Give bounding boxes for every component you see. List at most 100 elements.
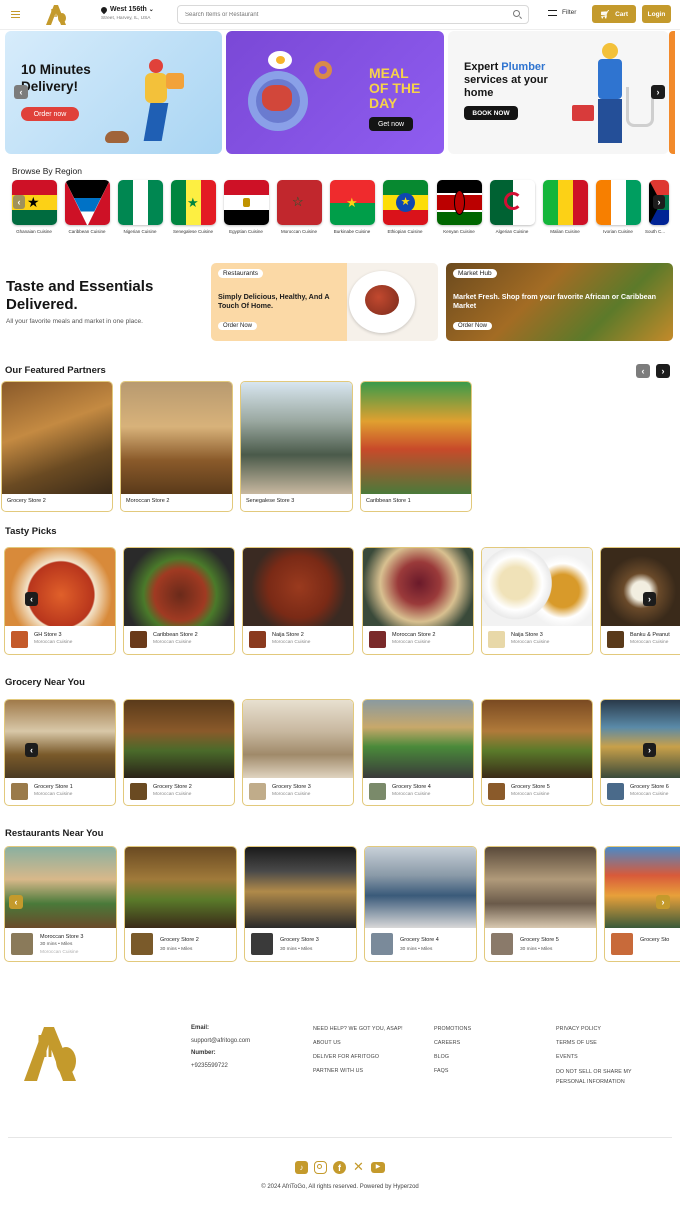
youtube-icon[interactable]: ▶: [371, 1162, 385, 1173]
grocery-next-arrow[interactable]: ›: [643, 743, 656, 757]
footer-link-help[interactable]: NEED HELP? WE GOT YOU, ASAP!: [313, 1026, 403, 1032]
tasty-pick-card[interactable]: Banku & Peanut Moroccan Cuisine: [600, 547, 680, 655]
footer-link-privacy[interactable]: PRIVACY POLICY: [556, 1026, 601, 1032]
distance-unit: Miles: [181, 947, 193, 952]
cart-label: Cart: [615, 10, 629, 18]
cart-button[interactable]: 🛒︎ Cart: [592, 5, 636, 23]
region-label: Burkinabe Cuisine: [333, 229, 371, 234]
search-input[interactable]: [185, 10, 485, 20]
store-thumbnail: [488, 783, 505, 800]
market-order-button[interactable]: Order Now: [453, 322, 493, 330]
flag-morocco[interactable]: ☆: [277, 180, 322, 225]
restaurant-card[interactable]: Grocery Store 5 30 mins • Miles: [484, 846, 597, 962]
tasty-pick-card[interactable]: GH Store 3 Moroccan Cuisine: [4, 547, 116, 655]
restaurants-next-arrow[interactable]: ›: [656, 895, 670, 909]
login-button[interactable]: Login: [642, 5, 671, 23]
flag-ethiopia[interactable]: ★: [383, 180, 428, 225]
flag-kenya[interactable]: [437, 180, 482, 225]
featured-prev-arrow[interactable]: ‹: [636, 364, 650, 378]
flag-burkina-faso[interactable]: ★: [330, 180, 375, 225]
store-image: [363, 700, 473, 778]
grocery-card[interactable]: Grocery Store 1 Moroccan Cuisine: [4, 699, 116, 806]
restaurant-card[interactable]: Grocery Store 4 30 mins • Miles: [364, 846, 477, 962]
featured-partner-card[interactable]: Moroccan Store 2: [120, 381, 233, 512]
featured-partner-card[interactable]: Grocery Store 2: [1, 381, 113, 512]
region-label: Ethiopian Cuisine: [387, 229, 423, 234]
meal-line-1: MEAL: [369, 65, 409, 81]
market-hub-card[interactable]: Market Hub Market Fresh. Shop from your …: [446, 263, 673, 341]
footer-link-partner[interactable]: PARTNER WITH US: [313, 1068, 363, 1074]
x-twitter-icon[interactable]: ✕: [352, 1159, 365, 1174]
restaurants-prev-arrow[interactable]: ‹: [9, 895, 23, 909]
footer-link-events[interactable]: EVENTS: [556, 1054, 578, 1060]
facebook-icon[interactable]: f: [333, 1161, 346, 1174]
banner-prev-arrow[interactable]: ‹: [14, 85, 28, 99]
banner-meal-of-the-day[interactable]: MEAL OF THE DAY Get now: [226, 31, 444, 154]
afritogo-logo[interactable]: [43, 3, 69, 27]
delivery-order-button[interactable]: Order now: [21, 107, 79, 121]
banner-next-arrow[interactable]: ›: [651, 85, 665, 99]
delivery-info: 30 mins • Miles: [280, 947, 313, 952]
featured-partner-card[interactable]: Caribbean Store 1: [360, 381, 472, 512]
distance-unit: Miles: [301, 947, 313, 952]
banner-plumber[interactable]: Expert Plumber services at your home BOO…: [448, 31, 669, 154]
restaurants-order-button[interactable]: Order Now: [218, 322, 258, 330]
footer-link-do-not-sell[interactable]: DO NOT SELL OR SHARE MY PERSONAL INFORMA…: [556, 1068, 656, 1087]
footer-link-deliver[interactable]: DELIVER FOR AFRITOGO: [313, 1054, 379, 1060]
flag-egypt[interactable]: [224, 180, 269, 225]
footer-divider: [8, 1137, 672, 1138]
tasty-next-arrow[interactable]: ›: [643, 592, 656, 606]
instagram-icon[interactable]: [314, 1161, 327, 1174]
tasty-pick-card[interactable]: Naija Store 2 Moroccan Cuisine: [242, 547, 354, 655]
location-selector[interactable]: West 156th ⌄: [110, 6, 154, 13]
grocery-card[interactable]: Grocery Store 6 Moroccan Cuisine: [600, 699, 680, 806]
flag-algeria[interactable]: [490, 180, 535, 225]
grocery-card[interactable]: Grocery Store 4 Moroccan Cuisine: [362, 699, 474, 806]
footer-link-blog[interactable]: BLOG: [434, 1054, 449, 1060]
store-thumbnail: [607, 783, 624, 800]
flag-senegal[interactable]: ★: [171, 180, 216, 225]
grocery-card[interactable]: Grocery Store 3 Moroccan Cuisine: [242, 699, 354, 806]
region-label: South C...: [644, 229, 665, 234]
tasty-pick-card[interactable]: Naija Store 3 Moroccan Cuisine: [481, 547, 593, 655]
regions-next-arrow[interactable]: ›: [653, 195, 665, 209]
filter-button[interactable]: Filter: [548, 9, 576, 16]
footer-logo[interactable]: [20, 1023, 82, 1085]
featured-next-arrow[interactable]: ›: [656, 364, 670, 378]
flag-mali[interactable]: [543, 180, 588, 225]
tasty-prev-arrow[interactable]: ‹: [25, 592, 38, 606]
location-subtitle: Street, Harvey, IL, USA: [101, 16, 151, 21]
footer-link-about[interactable]: ABOUT US: [313, 1040, 341, 1046]
menu-icon[interactable]: [11, 11, 20, 18]
footer-number[interactable]: +9235599722: [191, 1063, 228, 1069]
footer-link-careers[interactable]: CAREERS: [434, 1040, 460, 1046]
market-hub-text: Market Fresh. Shop from your favorite Af…: [453, 292, 657, 310]
restaurant-card[interactable]: Grocery Store 3 30 mins • Miles: [244, 846, 357, 962]
restaurants-card[interactable]: Restaurants Simply Delicious, Healthy, A…: [211, 263, 438, 341]
flag-nigeria[interactable]: [118, 180, 163, 225]
flag-antigua[interactable]: [65, 180, 110, 225]
grocery-prev-arrow[interactable]: ‹: [25, 743, 38, 757]
banner-delivery[interactable]: 10 Minutes Delivery! Order now: [5, 31, 222, 154]
flag-ivory-coast[interactable]: [596, 180, 641, 225]
dish-image: [363, 548, 473, 626]
footer-link-promotions[interactable]: PROMOTIONS: [434, 1026, 471, 1032]
footer-email[interactable]: support@afritogo.com: [191, 1038, 250, 1044]
restaurant-card[interactable]: Grocery Store 2 30 mins • Miles: [124, 846, 237, 962]
copyright-text: © 2024 AfriToGo, All rights reserved. Po…: [261, 1184, 419, 1190]
tasty-pick-card[interactable]: Moroccan Store 2 Moroccan Cuisine: [362, 547, 474, 655]
grocery-card[interactable]: Grocery Store 5 Moroccan Cuisine: [481, 699, 593, 806]
plumber-book-button[interactable]: BOOK NOW: [464, 106, 518, 120]
delivery-info: 30 mins • Miles: [40, 942, 73, 947]
store-name: Naija Store 3: [511, 632, 543, 638]
featured-partner-card[interactable]: Senegalese Store 3: [240, 381, 353, 512]
tasty-pick-card[interactable]: Caribbean Store 2 Moroccan Cuisine: [123, 547, 235, 655]
footer-link-terms[interactable]: TERMS OF USE: [556, 1040, 597, 1046]
meal-get-now-button[interactable]: Get now: [369, 117, 413, 131]
regions-prev-arrow[interactable]: ‹: [13, 195, 25, 209]
cart-icon: 🛒︎: [599, 9, 611, 19]
tiktok-icon[interactable]: ♪: [295, 1161, 308, 1174]
grocery-card[interactable]: Grocery Store 2 Moroccan Cuisine: [123, 699, 235, 806]
chevron-down-icon: ⌄: [148, 7, 154, 13]
footer-link-faqs[interactable]: FAQS: [434, 1068, 449, 1074]
